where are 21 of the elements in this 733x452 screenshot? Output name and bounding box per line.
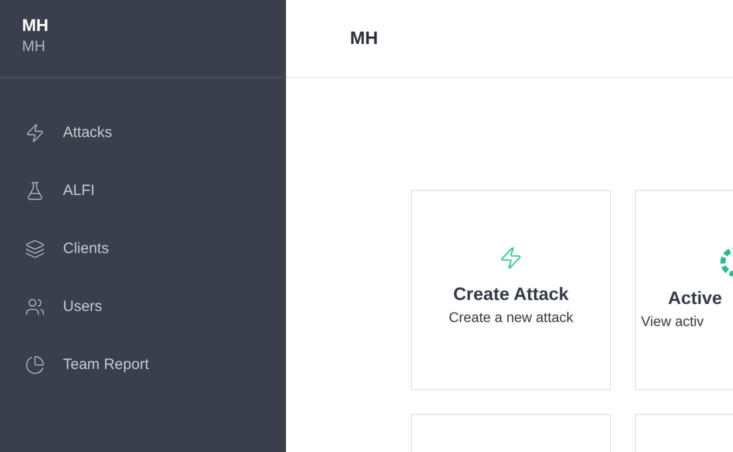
card-description: Create a new attack [448,308,574,326]
card[interactable]: Active View activ [635,190,733,390]
nav-item[interactable]: Users [0,293,286,321]
card[interactable]: Create Attack Create a new attack [411,190,611,390]
nav-item[interactable]: Clients [0,235,286,263]
nav-item[interactable]: ALFI [0,177,286,205]
sidebar-subtitle: MH [22,37,46,57]
card-title: Active [668,287,722,309]
page-title: MH [350,27,378,50]
bolt-icon [499,246,523,270]
flask-icon [25,181,45,201]
ring-icon [719,246,733,278]
sidebar-title: MH [22,16,50,36]
card-title: Create Attack [453,283,569,305]
nav-item[interactable]: Team Report [0,351,286,379]
layers-icon [25,239,45,259]
card-description: View activ [641,312,704,330]
nav-item[interactable]: Attacks [0,119,286,147]
users-icon [25,297,45,317]
pie-chart-icon [25,355,45,375]
bolt-icon [25,123,45,143]
